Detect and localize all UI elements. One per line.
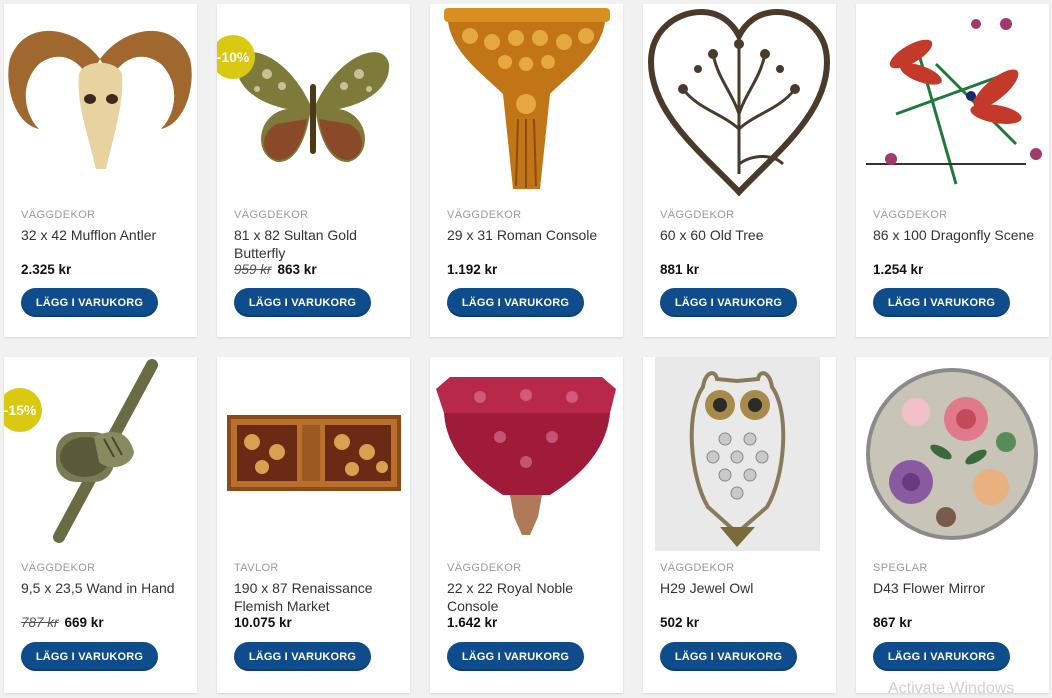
flower-mirror-icon[interactable]	[856, 357, 1049, 551]
product-category: VÄGGDEKOR	[660, 209, 735, 221]
product-name[interactable]: 86 x 100 Dragonfly Scene	[873, 226, 1038, 244]
old-price: 959 kr	[234, 262, 272, 277]
current-price: 1.254 kr	[873, 262, 924, 277]
add-to-cart-button[interactable]: LÄGG I VARUKORG	[234, 288, 371, 317]
current-price: 669 kr	[64, 615, 104, 630]
add-to-cart-button[interactable]: LÄGG I VARUKORG	[660, 642, 797, 671]
product-price: 787 kr 669 kr	[21, 615, 104, 630]
product-price: 2.325 kr	[21, 262, 71, 277]
product-category: VÄGGDEKOR	[660, 562, 735, 574]
red-console-icon[interactable]	[430, 357, 623, 551]
product-category: TAVLOR	[234, 562, 279, 574]
product-name[interactable]: D43 Flower Mirror	[873, 579, 1038, 597]
product-price: 1.642 kr	[447, 615, 497, 630]
dragonfly-icon[interactable]	[856, 4, 1049, 198]
current-price: 1.642 kr	[447, 615, 498, 630]
product-price: 502 kr	[660, 615, 699, 630]
old-price: 787 kr	[21, 615, 59, 630]
product-name[interactable]: H29 Jewel Owl	[660, 579, 825, 597]
product-category: VÄGGDEKOR	[447, 562, 522, 574]
console-icon[interactable]	[430, 4, 623, 198]
product-category: VÄGGDEKOR	[234, 209, 309, 221]
product-card[interactable]: VÄGGDEKOR 22 x 22 Royal Noble Console 1.…	[430, 357, 623, 693]
product-category: VÄGGDEKOR	[21, 562, 96, 574]
add-to-cart-button[interactable]: LÄGG I VARUKORG	[21, 288, 158, 317]
windows-activation-watermark: Activate Windows	[888, 680, 1015, 697]
add-to-cart-button[interactable]: LÄGG I VARUKORG	[873, 642, 1010, 671]
product-card[interactable]: -15% VÄGGDEKOR 9,5 x 23,5 Wand in Hand 7…	[4, 357, 197, 693]
current-price: 881 kr	[660, 262, 700, 277]
add-to-cart-button[interactable]: LÄGG I VARUKORG	[873, 288, 1010, 317]
product-card[interactable]: SPEGLAR D43 Flower Mirror 867 kr LÄGG I …	[856, 357, 1049, 693]
add-to-cart-button[interactable]: LÄGG I VARUKORG	[447, 642, 584, 671]
product-name[interactable]: 81 x 82 Sultan Gold Butterfly	[234, 226, 399, 262]
product-name[interactable]: 9,5 x 23,5 Wand in Hand	[21, 579, 186, 597]
current-price: 1.192 kr	[447, 262, 498, 277]
add-to-cart-button[interactable]: LÄGG I VARUKORG	[21, 642, 158, 671]
product-category: SPEGLAR	[873, 562, 928, 574]
product-price: 1.192 kr	[447, 262, 497, 277]
add-to-cart-button[interactable]: LÄGG I VARUKORG	[447, 288, 584, 317]
heart-tree-icon[interactable]	[643, 4, 836, 198]
add-to-cart-button[interactable]: LÄGG I VARUKORG	[234, 642, 371, 671]
product-name[interactable]: 190 x 87 Renaissance Flemish Market	[234, 579, 399, 615]
product-card[interactable]: VÄGGDEKOR 32 x 42 Mufflon Antler 2.325 k…	[4, 4, 197, 337]
add-to-cart-button[interactable]: LÄGG I VARUKORG	[660, 288, 797, 317]
product-price: 867 kr	[873, 615, 912, 630]
product-card[interactable]: -10% VÄGGDEKOR 81 x 82 Sultan Gold Butte…	[217, 4, 410, 337]
current-price: 502 kr	[660, 615, 700, 630]
product-category: VÄGGDEKOR	[21, 209, 96, 221]
product-name[interactable]: 60 x 60 Old Tree	[660, 226, 825, 244]
product-card[interactable]: VÄGGDEKOR H29 Jewel Owl 502 kr LÄGG I VA…	[643, 357, 836, 693]
current-price: 2.325 kr	[21, 262, 72, 277]
current-price: 10.075 kr	[234, 615, 292, 630]
hand-hook-icon[interactable]	[4, 357, 197, 551]
product-price: 10.075 kr	[234, 615, 292, 630]
product-name[interactable]: 22 x 22 Royal Noble Console	[447, 579, 612, 615]
product-price: 881 kr	[660, 262, 699, 277]
product-card[interactable]: TAVLOR 190 x 87 Renaissance Flemish Mark…	[217, 357, 410, 693]
product-price: 959 kr 863 kr	[234, 262, 317, 277]
ram-skull-icon[interactable]	[4, 4, 197, 198]
product-category: VÄGGDEKOR	[873, 209, 948, 221]
product-card[interactable]: VÄGGDEKOR 60 x 60 Old Tree 881 kr LÄGG I…	[643, 4, 836, 337]
product-price: 1.254 kr	[873, 262, 923, 277]
product-card[interactable]: VÄGGDEKOR 29 x 31 Roman Console 1.192 kr…	[430, 4, 623, 337]
product-name[interactable]: 29 x 31 Roman Console	[447, 226, 612, 244]
product-grid: VÄGGDEKOR 32 x 42 Mufflon Antler 2.325 k…	[0, 0, 1052, 693]
butterfly-icon[interactable]	[217, 4, 410, 198]
current-price: 867 kr	[873, 615, 913, 630]
product-card[interactable]: VÄGGDEKOR 86 x 100 Dragonfly Scene 1.254…	[856, 4, 1049, 337]
tapestry-icon[interactable]	[217, 357, 410, 551]
current-price: 863 kr	[277, 262, 317, 277]
product-category: VÄGGDEKOR	[447, 209, 522, 221]
owl-icon[interactable]	[655, 357, 820, 551]
product-name[interactable]: 32 x 42 Mufflon Antler	[21, 226, 186, 244]
